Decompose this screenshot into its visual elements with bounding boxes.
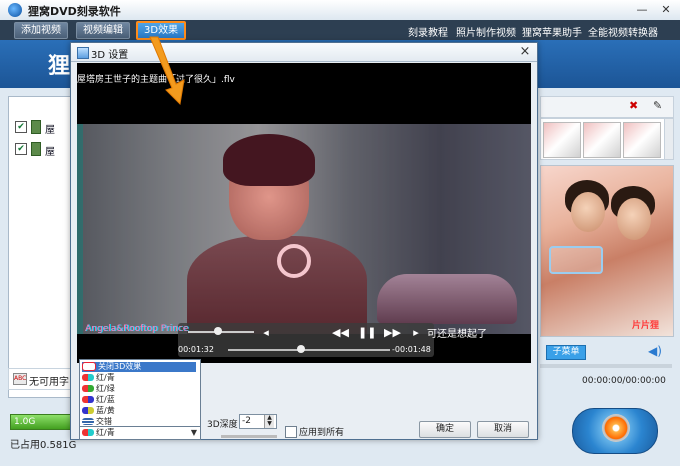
current-time: 00:01:32 xyxy=(178,345,214,354)
depth-slider[interactable] xyxy=(221,435,277,438)
rewind-button[interactable]: ◀◀ xyxy=(332,325,349,341)
cancel-button[interactable]: 取消 xyxy=(477,421,529,438)
file-label: 屋 xyxy=(45,147,55,158)
remaining-time: -00:01:48 xyxy=(392,345,431,354)
dialog-3d-settings: 3D 设置 × 屋塔房王世子的主题曲「过了很久」.flv ◂ ◀◀ ❚❚ ▶▶ … xyxy=(70,42,538,440)
file-label: 屋 xyxy=(45,125,55,136)
fast-forward-button[interactable]: ▶▶ xyxy=(384,325,401,341)
mode-select-value: 红/青 xyxy=(96,428,115,437)
glasses-icon xyxy=(82,407,94,414)
link-photo-video[interactable]: 照片制作视频 xyxy=(456,24,516,39)
pause-button[interactable]: ❚❚ xyxy=(358,325,376,341)
template-thumb[interactable] xyxy=(623,122,661,158)
used-space-label: 已占用0.581G xyxy=(10,440,77,451)
delete-icon[interactable]: ✖ xyxy=(629,100,641,112)
thumb-scrollbar[interactable] xyxy=(664,118,674,160)
edit-video-button[interactable]: 视频编辑 xyxy=(76,22,130,39)
option-label: 红/蓝 xyxy=(96,395,115,404)
volume-knob[interactable] xyxy=(213,327,222,335)
glasses-icon xyxy=(82,429,94,436)
mode-option-red-blue[interactable]: 红/蓝 xyxy=(82,395,196,405)
option-label: 红/绿 xyxy=(96,384,115,393)
volume-icon[interactable]: ◀) xyxy=(648,344,662,358)
depth-spinner[interactable]: -2 ▲ ▼ xyxy=(239,414,277,429)
apply-all-label: 应用到所有 xyxy=(299,428,345,438)
video-watermark: Angela&Rooftop Prince xyxy=(85,324,189,334)
glasses-icon xyxy=(82,374,94,381)
video-subtitle: 可还是想起了 xyxy=(427,329,487,340)
subtitle-label: 无可用字 xyxy=(29,377,69,388)
right-toolbar: ✖ ✎ xyxy=(540,96,674,118)
menu-bar: 添加视频 视频编辑 3D效果 刻录教程 照片制作视频 狸窝苹果助手 全能视频转换… xyxy=(0,20,680,40)
seek-knob[interactable] xyxy=(296,345,305,353)
depth-value: -2 xyxy=(242,416,251,426)
template-thumb[interactable] xyxy=(543,122,581,158)
close-button[interactable]: ✕ xyxy=(656,2,676,17)
app-logo-icon xyxy=(8,3,22,17)
chevron-down-icon[interactable]: ▼ xyxy=(188,427,200,439)
template-thumbnails xyxy=(540,118,666,160)
add-video-button[interactable]: 添加视频 xyxy=(14,22,68,39)
mode-option-red-green[interactable]: 红/绿 xyxy=(82,384,196,394)
app-title: 狸窝DVD刻录软件 xyxy=(28,5,121,18)
link-video-converter[interactable]: 全能视频转换器 xyxy=(588,24,658,39)
file-checkbox[interactable]: ✔ xyxy=(15,143,27,155)
depth-label: 3D深度 xyxy=(207,420,238,430)
video-file-icon xyxy=(31,142,41,156)
apply-all-checkbox[interactable] xyxy=(285,426,297,438)
subtitle-icon: ABC xyxy=(13,373,27,385)
disc-capacity-bar: 1.0G xyxy=(10,414,79,430)
preview-time: 00:00:00/00:00:00 xyxy=(582,376,666,386)
interlaced-icon xyxy=(82,418,94,425)
effect-3d-button[interactable]: 3D效果 xyxy=(136,21,187,40)
dialog-title: 3D 设置 xyxy=(91,50,129,61)
option-label: 红/青 xyxy=(96,373,115,382)
option-label: 交错 xyxy=(96,417,112,426)
option-label: 蓝/黄 xyxy=(96,406,115,415)
mode-select[interactable]: 红/青 ▼ xyxy=(79,426,201,440)
option-label: 关闭3D效果 xyxy=(98,362,142,371)
mode-option-off[interactable]: 关闭3D效果 xyxy=(82,362,196,372)
menu-preview-image xyxy=(540,165,674,337)
spinner-arrows-icon[interactable]: ▲ ▼ xyxy=(264,415,274,428)
sub-menu-button[interactable]: 子菜单 xyxy=(546,345,586,360)
seek-bar[interactable] xyxy=(228,349,390,351)
next-frame-button[interactable]: ▸ xyxy=(408,325,424,341)
glasses-icon xyxy=(82,396,94,403)
banner-title: 狸 xyxy=(48,54,71,79)
mode-option-blue-yellow[interactable]: 蓝/黄 xyxy=(82,406,196,416)
mode-option-red-cyan[interactable]: 红/青 xyxy=(82,373,196,383)
title-bar: 狸窝DVD刻录软件 — ✕ xyxy=(0,0,680,21)
window-icon xyxy=(77,47,89,59)
dialog-close-button[interactable]: × xyxy=(517,44,533,60)
edit-icon[interactable]: ✎ xyxy=(653,100,665,112)
disc-flame-icon xyxy=(602,414,630,442)
glasses-icon xyxy=(82,385,94,392)
preview-seek-bar[interactable] xyxy=(540,364,672,368)
ok-button[interactable]: 确定 xyxy=(419,421,471,438)
video-file-icon xyxy=(31,120,41,134)
video-filename: 屋塔房王世子的主题曲「过了很久」.flv xyxy=(77,75,235,85)
preview-badge: 片片狸 xyxy=(632,321,660,331)
volume-icon[interactable]: ◂ xyxy=(258,325,274,341)
link-burn-tutorial[interactable]: 刻录教程 xyxy=(408,24,448,39)
player-controls: ◂ ◀◀ ❚❚ ▶▶ ▸ 00:01:32 -00:01:48 xyxy=(178,323,434,357)
mode-off-icon xyxy=(82,362,96,371)
template-thumb[interactable] xyxy=(583,122,621,158)
link-apple-assistant[interactable]: 狸窝苹果助手 xyxy=(522,24,582,39)
file-checkbox[interactable]: ✔ xyxy=(15,121,27,133)
video-frame xyxy=(77,124,531,334)
minimize-button[interactable]: — xyxy=(632,2,652,17)
dialog-title-bar: 3D 设置 × xyxy=(71,43,537,62)
